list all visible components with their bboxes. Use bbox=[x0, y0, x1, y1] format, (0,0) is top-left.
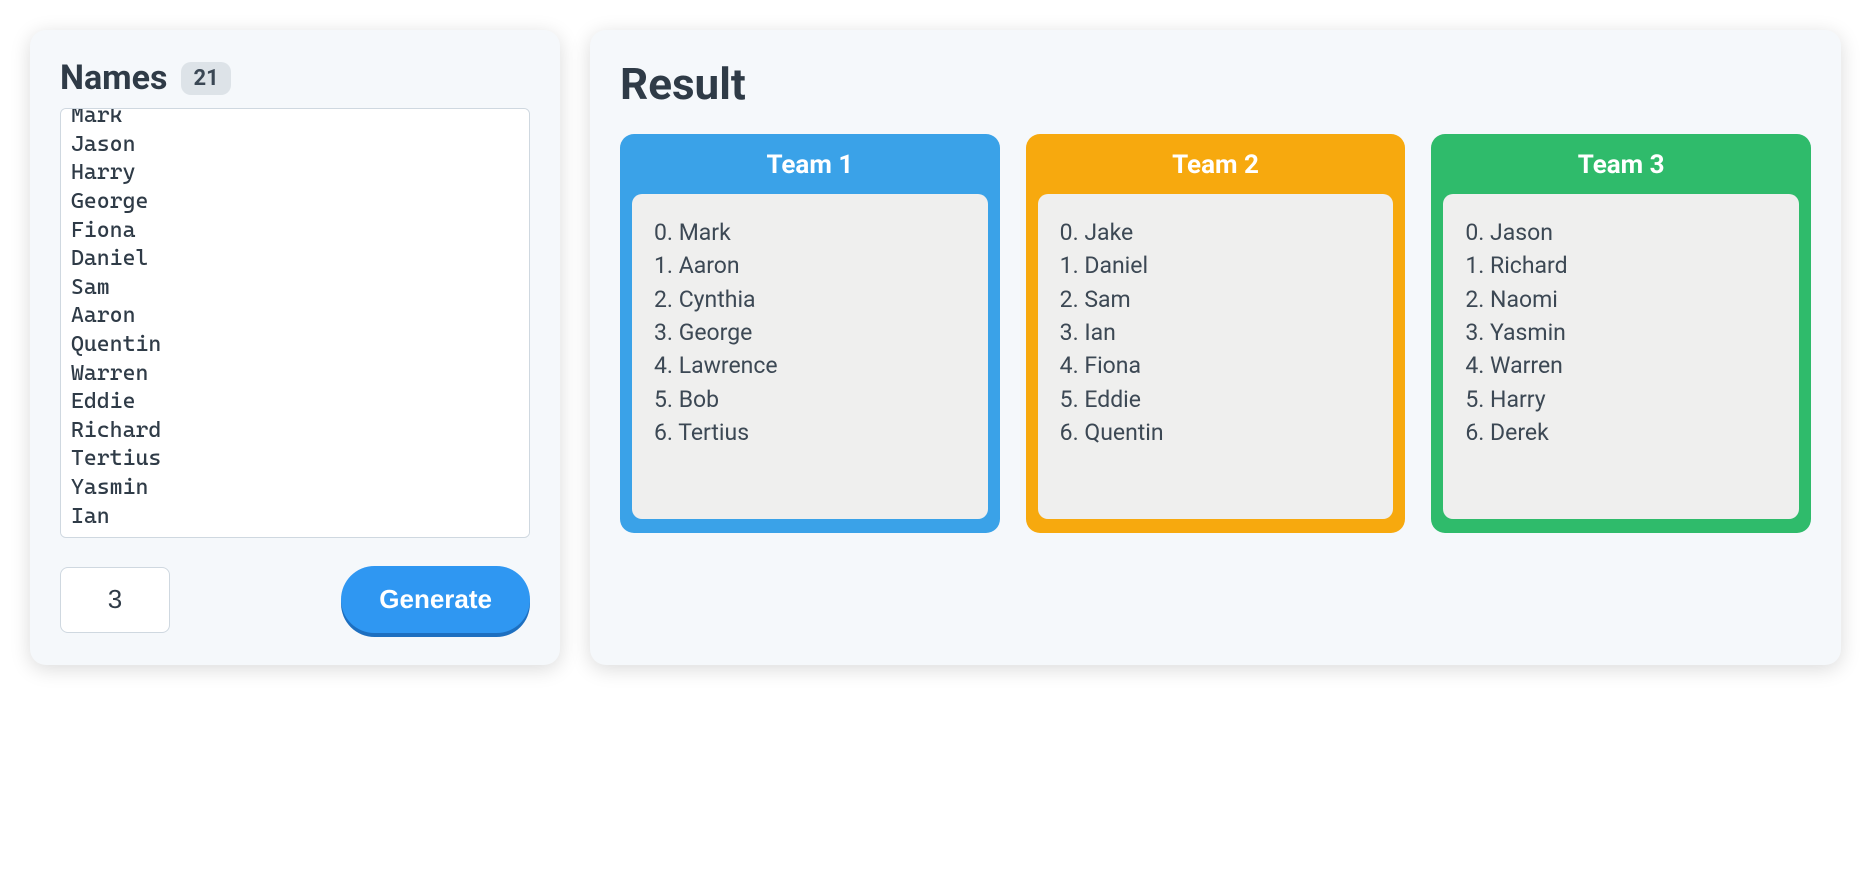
team-card: Team 30. Jason1. Richard2. Naomi3. Yasmi… bbox=[1431, 134, 1811, 533]
team-body: 0. Jason1. Richard2. Naomi3. Yasmin4. Wa… bbox=[1443, 194, 1799, 519]
controls-row: Generate bbox=[60, 566, 530, 633]
names-textarea[interactable] bbox=[60, 108, 530, 538]
team-member: 3. Yasmin bbox=[1465, 316, 1777, 349]
team-body: 0. Mark1. Aaron2. Cynthia3. George4. Law… bbox=[632, 194, 988, 519]
team-member: 0. Mark bbox=[654, 216, 966, 249]
team-member: 0. Jake bbox=[1060, 216, 1372, 249]
team-member: 1. Richard bbox=[1465, 249, 1777, 282]
names-count-badge: 21 bbox=[181, 62, 230, 95]
team-header: Team 1 bbox=[620, 134, 1000, 194]
team-card: Team 10. Mark1. Aaron2. Cynthia3. George… bbox=[620, 134, 1000, 533]
team-member: 1. Daniel bbox=[1060, 249, 1372, 282]
teams-row: Team 10. Mark1. Aaron2. Cynthia3. George… bbox=[620, 134, 1811, 533]
names-header: Names 21 bbox=[60, 58, 530, 98]
team-member: 0. Jason bbox=[1465, 216, 1777, 249]
team-member: 4. Lawrence bbox=[654, 349, 966, 382]
team-member: 5. Harry bbox=[1465, 383, 1777, 416]
team-member: 5. Eddie bbox=[1060, 383, 1372, 416]
result-title: Result bbox=[620, 58, 1811, 110]
team-member: 3. George bbox=[654, 316, 966, 349]
generate-button[interactable]: Generate bbox=[341, 566, 530, 633]
team-member: 4. Warren bbox=[1465, 349, 1777, 382]
team-member: 2. Sam bbox=[1060, 283, 1372, 316]
team-member: 2. Cynthia bbox=[654, 283, 966, 316]
team-card: Team 20. Jake1. Daniel2. Sam3. Ian4. Fio… bbox=[1026, 134, 1406, 533]
result-panel: Result Team 10. Mark1. Aaron2. Cynthia3.… bbox=[590, 30, 1841, 665]
team-count-input[interactable] bbox=[60, 567, 170, 633]
team-header: Team 2 bbox=[1026, 134, 1406, 194]
team-member: 6. Tertius bbox=[654, 416, 966, 449]
team-member: 6. Quentin bbox=[1060, 416, 1372, 449]
names-title: Names bbox=[60, 58, 167, 98]
team-member: 2. Naomi bbox=[1465, 283, 1777, 316]
names-panel: Names 21 Generate bbox=[30, 30, 560, 665]
team-member: 1. Aaron bbox=[654, 249, 966, 282]
team-member: 5. Bob bbox=[654, 383, 966, 416]
team-member: 6. Derek bbox=[1465, 416, 1777, 449]
team-header: Team 3 bbox=[1431, 134, 1811, 194]
team-body: 0. Jake1. Daniel2. Sam3. Ian4. Fiona5. E… bbox=[1038, 194, 1394, 519]
team-member: 3. Ian bbox=[1060, 316, 1372, 349]
team-member: 4. Fiona bbox=[1060, 349, 1372, 382]
